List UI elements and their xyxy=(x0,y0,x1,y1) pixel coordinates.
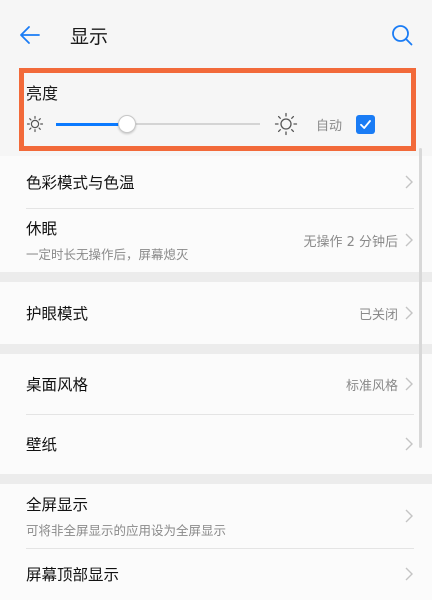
settings-group-home: 桌面风格 标准风格 壁纸 xyxy=(0,354,432,474)
chevron-right-icon xyxy=(405,567,413,581)
settings-group-display: 色彩模式与色温 休眠 一定时长无操作后，屏幕熄灭 无操作 2 分钟后 xyxy=(0,156,432,272)
checkmark-icon xyxy=(360,119,371,129)
chevron-right-icon xyxy=(405,377,413,391)
chevron-right-icon xyxy=(405,437,413,451)
slider-fill xyxy=(56,123,128,126)
row-title: 色彩模式与色温 xyxy=(26,174,135,192)
row-wallpaper[interactable]: 壁纸 xyxy=(0,414,432,474)
row-title: 护眼模式 xyxy=(26,305,89,323)
row-value: 已关闭 xyxy=(358,307,398,323)
scrollbar[interactable] xyxy=(419,148,422,448)
arrow-left-icon xyxy=(20,26,40,44)
back-button[interactable] xyxy=(18,15,58,55)
app-header: 显示 xyxy=(0,0,432,70)
search-icon xyxy=(392,25,413,46)
section-divider xyxy=(0,344,432,354)
row-top-display[interactable]: 屏幕顶部显示 xyxy=(0,548,432,600)
row-full-screen[interactable]: 全屏显示 可将非全屏显示的应用设为全屏显示 xyxy=(0,484,432,548)
row-title: 屏幕顶部显示 xyxy=(26,566,120,584)
slider-thumb[interactable] xyxy=(118,115,137,133)
search-button[interactable] xyxy=(374,15,414,55)
row-subtitle: 一定时长无操作后，屏幕熄灭 xyxy=(26,247,189,262)
chevron-right-icon xyxy=(405,175,413,189)
brightness-section: 亮度 自动 xyxy=(0,70,432,156)
brightness-controls: 自动 xyxy=(26,112,414,136)
chevron-right-icon xyxy=(405,306,413,320)
row-title: 全屏显示 xyxy=(26,496,89,514)
sun-small-icon xyxy=(26,115,44,133)
section-divider xyxy=(0,474,432,484)
auto-brightness-checkbox[interactable] xyxy=(356,114,376,134)
sun-large-icon xyxy=(274,112,298,136)
row-title: 壁纸 xyxy=(26,436,58,454)
row-color-mode[interactable]: 色彩模式与色温 xyxy=(0,156,432,208)
settings-group-eye: 护眼模式 已关闭 xyxy=(0,282,432,344)
auto-brightness-label: 自动 xyxy=(316,118,343,134)
chevron-right-icon xyxy=(405,509,413,523)
settings-group-screen: 全屏显示 可将非全屏显示的应用设为全屏显示 屏幕顶部显示 xyxy=(0,484,432,600)
row-title: 休眠 xyxy=(26,220,58,238)
brightness-title: 亮度 xyxy=(26,84,59,103)
row-sleep[interactable]: 休眠 一定时长无操作后，屏幕熄灭 无操作 2 分钟后 xyxy=(0,208,432,272)
row-home-style[interactable]: 桌面风格 标准风格 xyxy=(0,354,432,414)
row-value: 无操作 2 分钟后 xyxy=(303,234,398,250)
brightness-slider[interactable] xyxy=(56,112,260,136)
row-subtitle: 可将非全屏显示的应用设为全屏显示 xyxy=(26,523,227,538)
row-eye-comfort[interactable]: 护眼模式 已关闭 xyxy=(0,282,432,344)
page-title: 显示 xyxy=(70,25,109,48)
row-value: 标准风格 xyxy=(345,378,398,394)
chevron-right-icon xyxy=(405,233,413,247)
section-divider xyxy=(0,272,432,282)
row-title: 桌面风格 xyxy=(26,376,89,394)
